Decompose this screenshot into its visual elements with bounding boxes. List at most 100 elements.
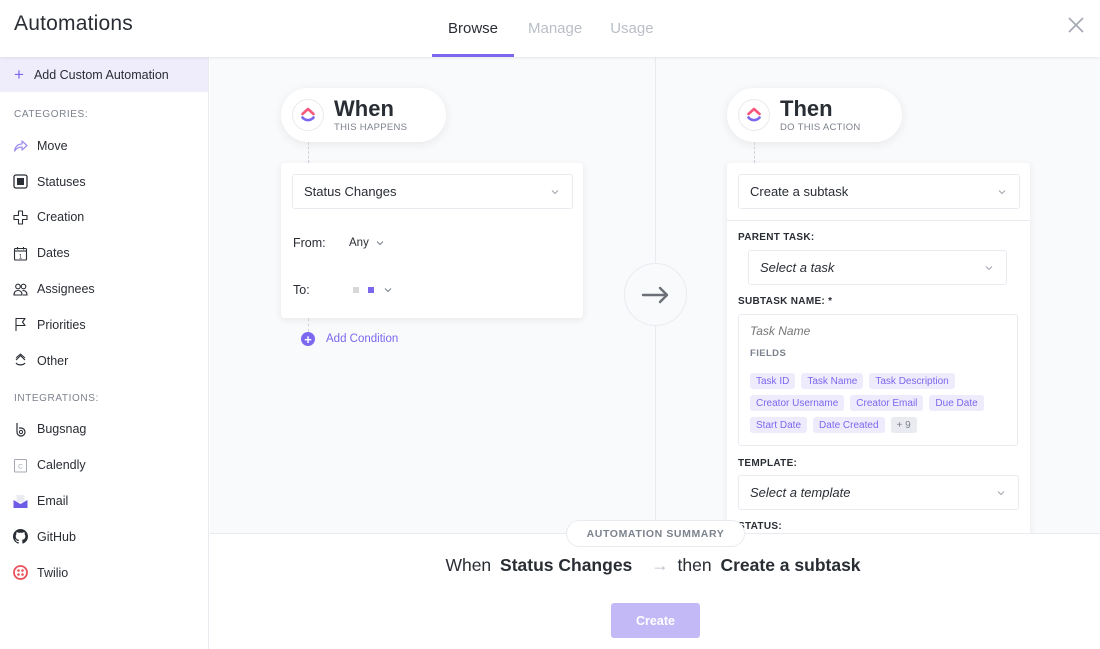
- from-status-select[interactable]: Any: [349, 237, 385, 249]
- connector-line: [308, 318, 309, 332]
- tab-browse[interactable]: Browse: [432, 0, 514, 57]
- sidebar-item-label: Move: [37, 138, 68, 153]
- sidebar-item-calendly[interactable]: C Calendly: [0, 447, 208, 483]
- sidebar-item-twilio[interactable]: Twilio: [0, 555, 208, 591]
- sidebar-item-email[interactable]: Email: [0, 483, 208, 519]
- add-custom-automation-button[interactable]: + Add Custom Automation: [0, 57, 208, 92]
- sidebar-item-statuses[interactable]: Statuses: [0, 164, 208, 200]
- email-icon: [13, 494, 28, 509]
- sidebar-item-label: Bugsnag: [37, 422, 87, 437]
- then-header: Then DO THIS ACTION: [727, 88, 902, 142]
- parent-task-select[interactable]: Select a task: [748, 250, 1007, 285]
- then-subtitle: DO THIS ACTION: [780, 121, 861, 133]
- add-custom-automation-label: Add Custom Automation: [33, 67, 169, 82]
- calendly-icon: C: [13, 458, 28, 473]
- calendar-icon: 1: [13, 246, 28, 261]
- status-square-icon: [13, 174, 28, 189]
- categories-heading: CATEGORIES:: [14, 109, 89, 120]
- field-chip-start-date[interactable]: Start Date: [750, 417, 808, 433]
- when-subtitle: THIS HAPPENS: [334, 121, 408, 133]
- automation-summary-panel: AUTOMATION SUMMARY When Status Changes →…: [210, 520, 1100, 649]
- sidebar-item-priorities[interactable]: Priorities: [0, 307, 208, 343]
- sidebar-item-creation[interactable]: Creation: [0, 200, 208, 236]
- subtask-name-label: SUBTASK NAME: *: [738, 296, 833, 307]
- sidebar-item-label: Creation: [37, 210, 85, 225]
- plus-circle-icon: +: [301, 332, 315, 346]
- field-chip-task-id[interactable]: Task ID: [750, 373, 796, 389]
- summary-action: Create a subtask: [720, 555, 861, 575]
- clickup-logo-icon: [292, 99, 324, 131]
- add-condition-button[interactable]: + Add Condition: [301, 332, 398, 346]
- chevron-down-icon: [985, 265, 993, 270]
- connector-line: [308, 142, 309, 163]
- chevron-down-icon: [997, 490, 1005, 495]
- create-button[interactable]: Create: [611, 603, 700, 638]
- tab-manage[interactable]: Manage: [514, 0, 596, 57]
- tab-usage[interactable]: Usage: [596, 0, 667, 57]
- from-value: Any: [349, 237, 369, 249]
- more-fields-button[interactable]: + 9: [890, 417, 917, 433]
- clickup-logo-icon: [738, 99, 770, 131]
- automation-builder: When THIS HAPPENS Status Changes From: A…: [210, 57, 1100, 533]
- field-chip-creator-username[interactable]: Creator Username: [750, 395, 845, 411]
- action-value: Create a subtask: [750, 184, 849, 199]
- chevron-down-icon: [998, 189, 1006, 194]
- twilio-icon: [13, 565, 28, 581]
- sidebar-item-github[interactable]: GitHub: [0, 519, 208, 555]
- then-title: Then: [780, 95, 833, 121]
- sidebar-item-label: Statuses: [37, 174, 86, 189]
- field-chip-due-date[interactable]: Due Date: [929, 395, 984, 411]
- sidebar-item-label: Priorities: [37, 317, 86, 332]
- to-status-select[interactable]: [353, 285, 393, 295]
- subtask-name-editor[interactable]: FIELDS Task ID Task Name Task Descriptio…: [738, 314, 1018, 446]
- template-label: TEMPLATE:: [738, 458, 798, 469]
- other-icon: [13, 353, 28, 368]
- action-select[interactable]: Create a subtask: [738, 174, 1020, 209]
- trigger-select[interactable]: Status Changes: [292, 174, 573, 209]
- to-label: To:: [293, 283, 310, 297]
- summary-then-word: then: [677, 555, 712, 575]
- add-condition-label: Add Condition: [326, 333, 399, 345]
- people-icon: [13, 282, 28, 297]
- close-button[interactable]: [1066, 15, 1086, 35]
- sidebar: + Add Custom Automation CATEGORIES: Move…: [0, 57, 209, 649]
- divider: [727, 220, 1030, 221]
- move-arrow-icon: [13, 138, 28, 153]
- parent-task-placeholder: Select a task: [760, 260, 835, 275]
- sidebar-item-other[interactable]: Other: [0, 343, 208, 379]
- sidebar-item-dates[interactable]: 1 Dates: [0, 235, 208, 271]
- template-select[interactable]: Select a template: [738, 475, 1019, 510]
- chevron-down-icon: [376, 241, 384, 246]
- header: Automations Browse Manage Usage: [0, 0, 1100, 57]
- field-chip-task-name[interactable]: Task Name: [801, 373, 864, 389]
- when-title: When: [334, 95, 394, 121]
- sidebar-item-label: Email: [37, 494, 69, 509]
- fields-label: FIELDS: [750, 348, 787, 359]
- parent-task-label: PARENT TASK:: [738, 232, 815, 243]
- plus-icon: +: [14, 65, 24, 84]
- template-placeholder: Select a template: [750, 485, 851, 500]
- summary-trigger: Status Changes: [500, 555, 633, 575]
- sidebar-item-assignees[interactable]: Assignees: [0, 271, 208, 307]
- trigger-value: Status Changes: [304, 184, 397, 199]
- arrow-right-icon: [641, 286, 668, 303]
- field-chip-date-created[interactable]: Date Created: [813, 417, 885, 433]
- close-icon: [1068, 17, 1084, 33]
- sidebar-item-label: GitHub: [37, 529, 76, 544]
- status-color-swatch: [353, 287, 359, 293]
- chevron-down-icon: [384, 288, 392, 293]
- flag-icon: [13, 317, 28, 332]
- task-name-input[interactable]: [750, 324, 1000, 338]
- sidebar-item-bugsnag[interactable]: Bugsnag: [0, 412, 208, 448]
- sidebar-item-move[interactable]: Move: [0, 128, 208, 164]
- github-icon: [13, 529, 28, 544]
- bugsnag-icon: [13, 422, 28, 437]
- page-title: Automations: [14, 12, 133, 35]
- trigger-card: Status Changes From: Any To:: [281, 163, 583, 318]
- when-header: When THIS HAPPENS: [281, 88, 446, 142]
- field-chip-creator-email[interactable]: Creator Email: [850, 395, 924, 411]
- summary-when-word: When: [445, 555, 492, 575]
- sidebar-item-label: Assignees: [37, 282, 95, 297]
- field-chip-task-description[interactable]: Task Description: [869, 373, 955, 389]
- action-card: Create a subtask PARENT TASK: Select a t…: [727, 163, 1030, 533]
